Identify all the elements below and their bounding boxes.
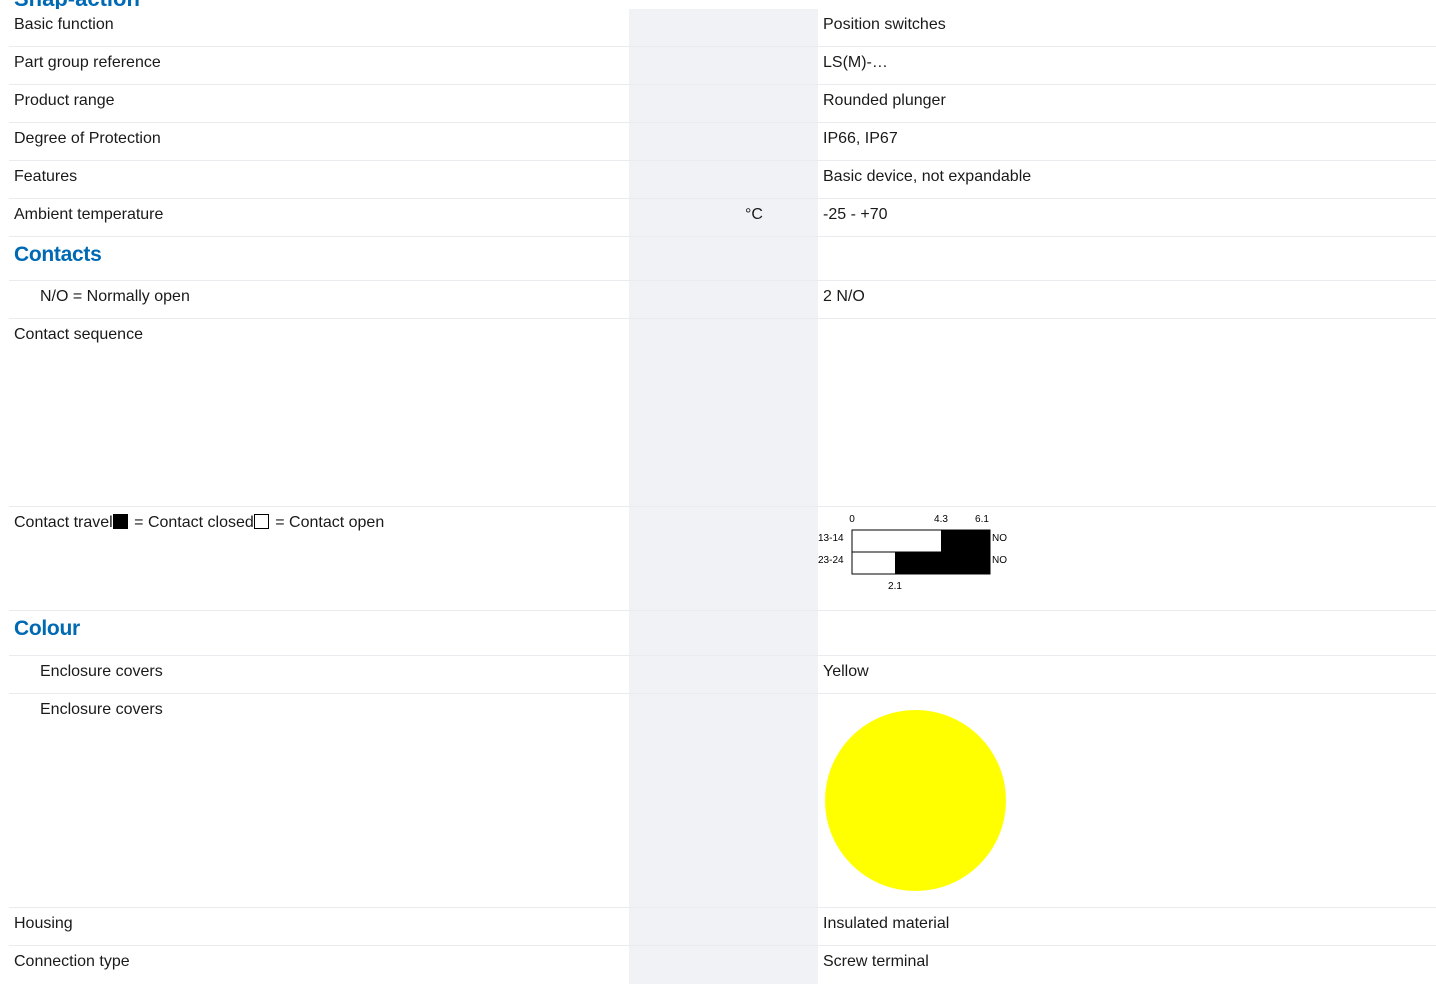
- contact-travel-diagram: 0 4.3 6.1 13-14 23-24 NO NO 2.1: [818, 514, 1007, 592]
- unit-cell: [629, 123, 742, 160]
- spec-label: N/O = Normally open: [40, 288, 190, 305]
- travel-row-type: NO: [992, 533, 1007, 544]
- spec-row-basic-function: Basic function Position switches: [9, 9, 1436, 47]
- section-title: Contacts: [14, 243, 102, 266]
- spec-label: Connection type: [14, 953, 130, 970]
- travel-row-label: 23-24: [818, 555, 844, 566]
- unit-cell: [629, 694, 742, 907]
- unit-cell: °C: [742, 199, 818, 236]
- spec-value: Rounded plunger: [823, 92, 946, 109]
- spec-label: Part group reference: [14, 54, 161, 71]
- unit-cell: [742, 319, 818, 506]
- closed-square-icon: [112, 514, 128, 529]
- spec-label: Enclosure covers: [40, 663, 163, 680]
- unit-cell: [742, 694, 818, 907]
- unit-cell: [629, 611, 742, 655]
- travel-scale-label: 2.1: [888, 581, 902, 592]
- spec-row-connection-type: Connection type Screw terminal: [9, 946, 1436, 984]
- spec-value: [818, 611, 1436, 655]
- spec-label: Ambient temperature: [14, 206, 164, 223]
- spec-value: Insulated material: [823, 915, 950, 932]
- spec-label: Enclosure covers: [40, 701, 163, 718]
- unit-cell: [629, 507, 742, 610]
- colour-swatch: [825, 710, 1006, 891]
- unit-cell: [629, 319, 742, 506]
- contact-travel-label: Contact travel: [14, 514, 113, 531]
- spec-value: IP66, IP67: [823, 130, 898, 147]
- spec-value: 2 N/O: [823, 288, 865, 305]
- contact-open-label: = Contact open: [270, 514, 385, 531]
- unit-cell: [742, 507, 818, 610]
- spec-row-protection: Degree of Protection IP66, IP67: [9, 123, 1436, 161]
- unit-cell: [742, 908, 818, 945]
- unit-cell: [629, 47, 742, 84]
- spec-row-housing: Housing Insulated material: [9, 908, 1436, 946]
- travel-closed-range: [941, 530, 990, 552]
- spec-row-contact-travel: Contact travel = Contact closed = Contac…: [9, 507, 1436, 611]
- spec-row-contact-sequence: Contact sequence 13 23 14: [9, 319, 1436, 507]
- travel-scale-label: 6.1: [975, 514, 989, 525]
- spec-value: 13 23 14 24: [818, 319, 1436, 506]
- travel-row-type: NO: [992, 555, 1007, 566]
- travel-closed-range: [895, 552, 990, 574]
- unit-cell: [629, 237, 742, 280]
- unit-cell: [742, 9, 818, 46]
- open-square-icon: [253, 514, 269, 529]
- unit-cell: [742, 123, 818, 160]
- spec-value: Screw terminal: [823, 953, 929, 970]
- spec-value: 0 4.3 6.1 13-14 23-24 NO NO 2.1: [818, 507, 1436, 610]
- unit-cell: [742, 281, 818, 318]
- travel-row-label: 13-14: [818, 533, 844, 544]
- section-heading-contacts: Contacts: [9, 237, 1436, 281]
- unit-cell: [742, 85, 818, 122]
- unit-cell: [629, 908, 742, 945]
- spec-value: -25 - +70: [823, 206, 888, 223]
- previous-section-heading-clipped: Snap-action: [0, 0, 1436, 9]
- travel-scale-label: 0: [849, 514, 855, 525]
- spec-row-part-group: Part group reference LS(M)-…: [9, 47, 1436, 85]
- spec-label: Contact travel = Contact closed = Contac…: [9, 507, 629, 610]
- unit-cell: [629, 946, 742, 984]
- unit-cell: [629, 199, 742, 236]
- spec-value: Basic device, not expandable: [823, 168, 1032, 185]
- spec-row-product-range: Product range Rounded plunger: [9, 85, 1436, 123]
- spec-row-features: Features Basic device, not expandable: [9, 161, 1436, 199]
- unit-cell: [629, 9, 742, 46]
- spec-value: Position switches: [823, 16, 946, 33]
- travel-scale-label: 4.3: [934, 514, 948, 525]
- unit-cell: [742, 656, 818, 693]
- spec-label: Contact sequence: [14, 326, 143, 343]
- spec-value: LS(M)-…: [823, 54, 888, 71]
- spec-label: Housing: [14, 915, 73, 932]
- contact-sequence-diagram: 13 23 14 24: [818, 319, 1018, 489]
- unit-cell: [742, 946, 818, 984]
- unit-cell: [629, 656, 742, 693]
- section-heading-colour: Colour: [9, 611, 1436, 656]
- spec-table: Basic function Position switches Part gr…: [9, 9, 1436, 984]
- spec-label: Basic function: [14, 16, 114, 33]
- spec-value: [818, 237, 1436, 280]
- spec-label: Product range: [14, 92, 115, 109]
- spec-row-enclosure-covers-swatch: Enclosure covers: [9, 694, 1436, 908]
- spec-label: Degree of Protection: [14, 130, 161, 147]
- unit-cell: [629, 161, 742, 198]
- spec-row-ambient-temperature: Ambient temperature °C -25 - +70: [9, 199, 1436, 237]
- unit-cell: [742, 47, 818, 84]
- spec-row-normally-open: N/O = Normally open 2 N/O: [9, 281, 1436, 319]
- unit-cell: [742, 161, 818, 198]
- contact-closed-label: = Contact closed: [129, 514, 254, 531]
- section-title: Colour: [14, 617, 80, 640]
- unit-cell: [629, 85, 742, 122]
- unit-cell: [629, 281, 742, 318]
- unit-cell: [742, 237, 818, 280]
- unit-cell: [742, 611, 818, 655]
- spec-value: Yellow: [823, 663, 869, 680]
- spec-label: Features: [14, 168, 78, 185]
- spec-row-enclosure-covers: Enclosure covers Yellow: [9, 656, 1436, 694]
